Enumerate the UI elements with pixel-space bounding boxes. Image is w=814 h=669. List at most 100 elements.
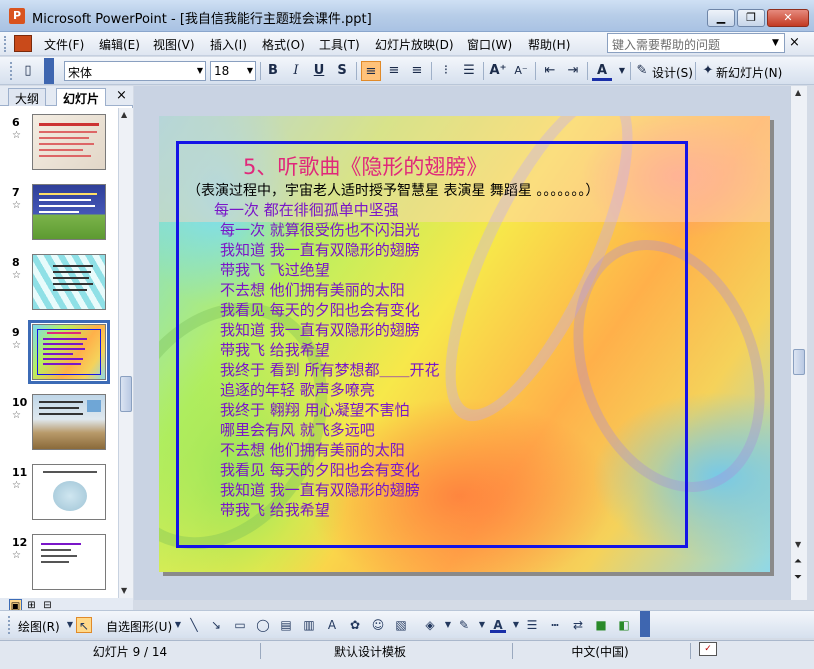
chevron-down-icon[interactable]: ▼ [612,61,632,81]
menu-format[interactable]: 格式(O) [262,36,305,53]
close-window-button[interactable]: ✕ [767,9,809,27]
draw-menu-button[interactable]: 绘图(R) [18,618,60,635]
autoshapes-button[interactable]: 自选图形(U) [106,618,172,635]
line-color-icon[interactable]: ✎ [456,617,472,633]
menu-file[interactable]: 文件(F) [44,36,84,53]
slide-thumbnail-11[interactable]: 11 ☆ [0,464,118,530]
tab-slides[interactable]: 幻灯片 [56,88,107,106]
select-objects-icon[interactable]: ↖ [76,617,92,633]
bold-button[interactable]: B [263,61,283,81]
underline-button[interactable]: U [309,61,329,81]
maximize-button[interactable]: ❐ [737,9,765,27]
drawing-toolbar-options-chevron[interactable] [640,611,650,637]
menu-help[interactable]: 帮助(H) [528,36,570,53]
slide-thumbnail-12[interactable]: 12 ☆ [0,534,118,600]
document-icon[interactable] [14,35,32,52]
slide-thumbnail-6[interactable]: 6 ☆ [0,114,118,180]
star-icon: ☆ [12,410,21,421]
decrease-font-icon[interactable]: A⁻ [511,61,531,81]
oval-icon[interactable]: ◯ [255,617,271,633]
italic-button[interactable]: I [286,61,306,81]
diagram-icon[interactable]: ✿ [347,617,363,633]
menu-insert[interactable]: 插入(I) [210,36,247,53]
toolbar-separator [431,62,432,80]
slide-thumbnail-7[interactable]: 7 ☆ [0,184,118,250]
menu-window[interactable]: 窗口(W) [467,36,512,53]
slide-title[interactable]: 5、听歌曲《隐形的翅膀》 [243,151,487,181]
chevron-down-icon[interactable]: ▼ [508,617,524,633]
align-center-icon[interactable]: ≡ [384,61,404,81]
previous-slide-icon[interactable]: ⏶ [794,556,802,567]
picture-icon[interactable]: ▧ [393,617,409,633]
dash-style-icon[interactable]: ┅ [547,617,563,633]
vertical-textbox-icon[interactable]: ▥ [301,617,317,633]
increase-indent-icon[interactable]: ⇥ [563,61,583,81]
new-slide-button[interactable]: 新幻灯片(N) [716,64,782,81]
arrow-style-icon[interactable]: ⇄ [570,617,586,633]
chevron-down-icon[interactable]: ▼ [772,38,779,48]
toolbar-options-chevron[interactable] [44,58,54,84]
lyric-line: 带我飞 给我希望 [220,501,330,519]
font-size-select[interactable]: 18 ▼ [210,61,256,81]
menu-view[interactable]: 视图(V) [153,36,195,53]
slide-note[interactable]: （表演过程中，宇宙老人适时授予智慧星 表演星 舞蹈星 。。。。。。。） [187,180,599,200]
font-color-icon[interactable]: A [490,617,506,633]
chevron-down-icon[interactable]: ▼ [170,617,186,633]
bullet-list-icon[interactable]: ☰ [459,61,479,81]
scroll-down-icon[interactable]: ▼ [121,586,127,595]
menu-tools[interactable]: 工具(T) [319,36,360,53]
close-pane-button[interactable]: × [116,88,127,103]
lyric-line: 我看见 每天的夕阳也会有变化 [220,301,420,319]
slide-thumbnail-10[interactable]: 10 ☆ [0,394,118,460]
scrollbar-thumb[interactable] [793,349,805,375]
arrow-icon[interactable]: ↘ [208,617,224,633]
rectangle-icon[interactable]: ▭ [232,617,248,633]
spelling-check-icon[interactable]: ✓ [699,642,717,656]
wordart-icon[interactable]: A [324,617,340,633]
help-search-input[interactable]: 键入需要帮助的问题 [607,33,785,53]
slide-thumbnail-list: 6 ☆ 7 ☆ 8 ☆ 9 ☆ 10 ☆ 11 ☆ 12 ☆ [0,108,118,600]
fill-color-icon[interactable]: ◈ [422,617,438,633]
toolbar-grip[interactable] [10,62,14,80]
title-bar: P Microsoft PowerPoint - [我自信我能行主题班会课件.p… [0,0,814,32]
chevron-down-icon[interactable]: ▼ [474,617,490,633]
clipart-icon[interactable]: ☺ [370,617,386,633]
lyric-line: 带我飞 给我希望 [220,341,330,359]
align-left-icon[interactable]: ≡ [361,61,381,81]
close-document-button[interactable]: × [789,35,800,50]
increase-font-icon[interactable]: A⁺ [488,61,508,81]
chevron-down-icon[interactable]: ▼ [440,617,456,633]
line-icon[interactable]: ╲ [186,617,202,633]
tab-outline[interactable]: 大纲 [8,88,47,106]
scroll-up-icon[interactable]: ▲ [795,88,801,97]
current-slide[interactable]: 5、听歌曲《隐形的翅膀》 （表演过程中，宇宙老人适时授予智慧星 表演星 舞蹈星 … [159,116,770,572]
line-style-icon[interactable]: ☰ [524,617,540,633]
decrease-indent-icon[interactable]: ⇤ [540,61,560,81]
font-color-icon[interactable]: A [592,61,612,81]
minimize-button[interactable]: ▁ [707,9,735,27]
language-indicator: 中文(中国) [571,645,629,659]
menu-edit[interactable]: 编辑(E) [99,36,140,53]
slide-thumbnail-9[interactable]: 9 ☆ [0,320,118,390]
scroll-up-icon[interactable]: ▲ [121,110,127,119]
font-name-select[interactable]: 宋体 ▼ [64,61,206,81]
textbox-icon[interactable]: ▤ [278,617,294,633]
shadow-style-icon[interactable]: ■ [593,617,609,633]
shadow-button[interactable]: S [332,61,352,81]
scrollbar-thumb[interactable] [120,376,132,412]
slide-scrollbar[interactable]: ▲ ▼ ⏶ ⏷ [790,86,807,600]
scroll-down-icon[interactable]: ▼ [795,540,801,549]
next-slide-icon[interactable]: ⏷ [794,572,802,583]
design-button[interactable]: 设计(S) [652,64,693,81]
numbered-list-icon[interactable]: ⁝ [436,61,456,81]
menu-grip[interactable] [4,36,8,52]
formatting-toolbar: ▯ 宋体 ▼ 18 ▼ B I U S ≡ ≡ ≡ ⁝ ☰ A⁺ A⁻ ⇤ ⇥ … [0,57,814,85]
menu-slideshow[interactable]: 幻灯片放映(D) [375,36,454,53]
slide-thumbnail-8[interactable]: 8 ☆ [0,254,118,320]
slides-pane-scrollbar[interactable]: ▲ ▼ [118,108,133,600]
align-right-icon[interactable]: ≡ [407,61,427,81]
window-title: Microsoft PowerPoint - [我自信我能行主题班会课件.ppt… [32,12,372,27]
new-document-icon[interactable]: ▯ [18,61,38,81]
toolbar-grip[interactable] [8,616,12,634]
3d-style-icon[interactable]: ◧ [616,617,632,633]
